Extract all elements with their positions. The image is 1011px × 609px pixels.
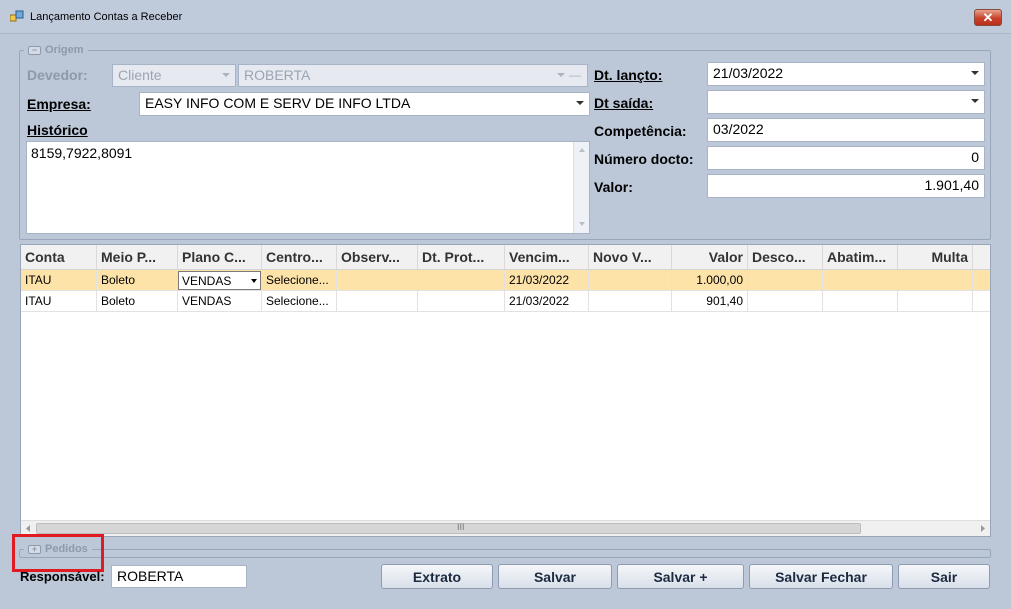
grid-cell[interactable]: 21/03/2022	[505, 291, 589, 312]
column-header[interactable]: Dt. Prot...	[418, 245, 505, 270]
column-header[interactable]: Meio P...	[97, 245, 178, 270]
scroll-right-icon[interactable]	[979, 524, 987, 533]
grid-cell[interactable]	[337, 291, 418, 312]
grid-cell[interactable]	[337, 270, 418, 291]
column-header[interactable]: Centro...	[262, 245, 337, 270]
close-button[interactable]: ✕	[974, 9, 1002, 26]
grid-cell[interactable]	[418, 270, 505, 291]
grid-cell[interactable]	[748, 270, 823, 291]
valor-label: Valor:	[594, 179, 633, 195]
devedor-name-select[interactable]: ROBERTA —	[238, 64, 588, 87]
grid-cell[interactable]: VENDAS	[178, 291, 262, 312]
grid-cell[interactable]: ITAU	[21, 291, 97, 312]
devedor-type-select[interactable]: Cliente	[112, 64, 236, 87]
chevron-down-icon	[971, 99, 979, 103]
origem-title: Origem	[45, 44, 84, 56]
table-row[interactable]: ITAU Boleto VENDAS Selecione... 21/03/20…	[21, 270, 990, 291]
historico-scrollbar[interactable]	[573, 142, 589, 233]
grid-cell[interactable]	[823, 270, 898, 291]
chevron-down-icon	[222, 73, 230, 77]
extrato-label: Extrato	[412, 568, 462, 585]
collapse-toggle-icon[interactable]: −	[28, 45, 41, 55]
dt-lancto-label: Dt. lançto:	[594, 67, 663, 83]
empresa-select[interactable]: EASY INFO COM E SERV DE INFO LTDA	[139, 92, 590, 116]
grid-cell[interactable]	[823, 291, 898, 312]
sair-button[interactable]: Sair	[898, 564, 990, 589]
grid-cell[interactable]: Selecione...	[262, 291, 337, 312]
column-header[interactable]: Conta	[21, 245, 97, 270]
parcelas-grid: Conta Meio P... Plano C... Centro... Obs…	[20, 244, 991, 537]
competencia-label: Competência:	[594, 123, 687, 139]
empresa-label: Empresa:	[27, 96, 91, 112]
column-header[interactable]: Desco...	[748, 245, 823, 270]
devedor-label: Devedor:	[27, 67, 88, 83]
responsavel-field[interactable]: ROBERTA	[111, 565, 247, 588]
grid-cell[interactable]: Selecione...	[262, 270, 337, 291]
valor-field[interactable]: 1.901,40	[707, 174, 985, 198]
column-header[interactable]: Multa	[898, 245, 973, 270]
historico-textarea[interactable]: 8159,7922,8091	[26, 141, 590, 234]
chevron-down-icon	[971, 71, 979, 75]
grid-cell[interactable]: 901,40	[672, 291, 748, 312]
grid-header: Conta Meio P... Plano C... Centro... Obs…	[21, 245, 990, 270]
historico-label: Histórico	[27, 122, 88, 138]
grid-cell[interactable]	[898, 270, 973, 291]
grid-cell[interactable]: 1.000,00	[672, 270, 748, 291]
plano-conta-dropdown[interactable]: VENDAS	[178, 271, 261, 290]
column-header[interactable]: Observ...	[337, 245, 418, 270]
column-header[interactable]: Abatim...	[823, 245, 898, 270]
grid-horizontal-scrollbar[interactable]: III	[21, 520, 990, 536]
column-header[interactable]: Vencim...	[505, 245, 589, 270]
grid-cell[interactable]	[589, 291, 672, 312]
table-row[interactable]: ITAU Boleto VENDAS Selecione... 21/03/20…	[21, 291, 990, 312]
dt-saida-field[interactable]	[707, 90, 985, 114]
chevron-down-icon	[251, 279, 257, 283]
competencia-field[interactable]: 03/2022	[707, 118, 985, 142]
origem-legend: − Origem	[24, 43, 88, 57]
grid-cell[interactable]	[418, 291, 505, 312]
numero-docto-field[interactable]: 0	[707, 146, 985, 170]
numero-docto-label: Número docto:	[594, 151, 694, 167]
column-header[interactable]: Novo V...	[589, 245, 672, 270]
grid-cell[interactable]	[748, 291, 823, 312]
scroll-left-icon[interactable]	[24, 524, 32, 533]
extrato-button[interactable]: Extrato	[381, 564, 493, 589]
grid-cell[interactable]: Boleto	[97, 291, 178, 312]
grid-cell[interactable]: Boleto	[97, 270, 178, 291]
close-icon: ✕	[982, 10, 994, 25]
responsavel-label: Responsável:	[20, 569, 105, 584]
chevron-down-icon	[576, 101, 584, 105]
dt-lancto-field[interactable]: 21/03/2022	[707, 62, 985, 86]
grid-cell[interactable]	[589, 270, 672, 291]
pedidos-group	[19, 549, 991, 558]
scroll-grip-icon: III	[457, 522, 465, 532]
highlight-annotation	[12, 534, 104, 572]
salvar-button[interactable]: Salvar	[498, 564, 612, 589]
app-icon	[9, 10, 24, 24]
salvar-plus-button[interactable]: Salvar +	[617, 564, 744, 589]
dt-saida-label: Dt saída:	[594, 95, 654, 111]
column-header[interactable]: Valor	[672, 245, 748, 270]
window-title: Lançamento Contas a Receber	[30, 11, 183, 23]
column-header[interactable]: Plano C...	[178, 245, 262, 270]
chevron-down-icon	[557, 73, 565, 77]
salvar-fechar-button[interactable]: Salvar Fechar	[749, 564, 893, 589]
clear-icon: —	[569, 68, 581, 82]
grid-cell[interactable]: ITAU	[21, 270, 97, 291]
scroll-thumb[interactable]: III	[36, 522, 861, 534]
grid-cell[interactable]	[898, 291, 973, 312]
grid-cell[interactable]: 21/03/2022	[505, 270, 589, 291]
